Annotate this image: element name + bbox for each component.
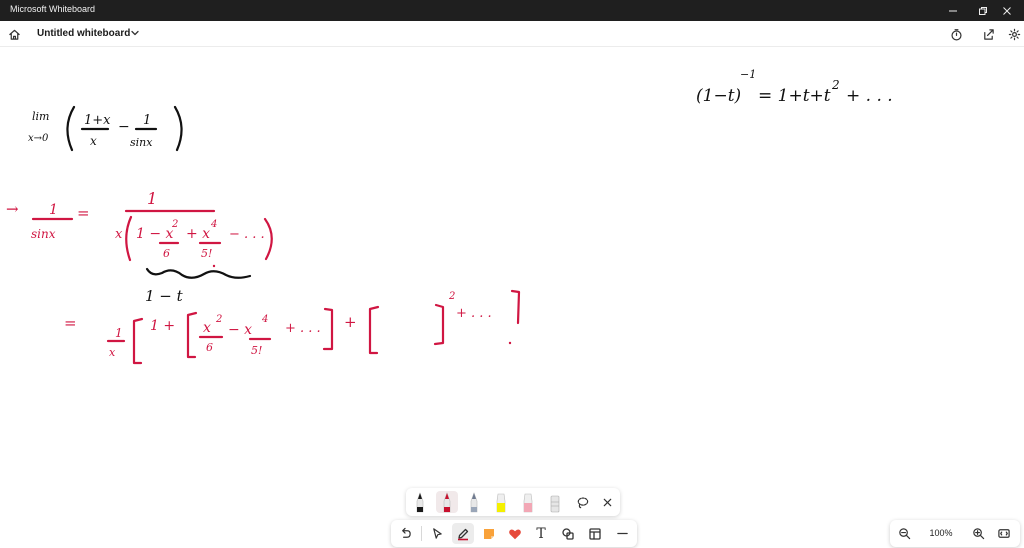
red-bracket-1-open xyxy=(132,317,144,365)
red-big-num: 1 xyxy=(147,189,157,208)
main-toolbar: T xyxy=(391,520,637,547)
lasso-icon[interactable] xyxy=(572,492,592,512)
minimize-icon[interactable] xyxy=(936,0,970,21)
red-x2-exp: 2 xyxy=(215,314,222,325)
red-pen[interactable] xyxy=(436,491,458,513)
close-paren xyxy=(173,105,183,152)
red-minus-x4: − x xyxy=(228,322,252,338)
black-squiggle xyxy=(145,267,252,279)
lim-sub: x→0 xyxy=(28,133,49,144)
pink-highlighter[interactable] xyxy=(517,491,539,513)
red-plus: + xyxy=(344,313,357,331)
board-title[interactable]: Untitled whiteboard xyxy=(37,28,130,39)
whiteboard-canvas[interactable]: lim x→0 1+x x − 1 sinx (1−t) −1 = 1+t+t … xyxy=(0,47,1024,548)
yellow-highlighter[interactable] xyxy=(490,491,512,513)
red-arrow: → xyxy=(6,200,19,218)
red-sq-exp: 2 xyxy=(448,291,455,302)
red-term-a-exp: 2 xyxy=(171,219,178,230)
eraser[interactable] xyxy=(544,491,566,513)
red-open1: 1 + xyxy=(150,318,175,334)
red-x2: x xyxy=(203,320,211,336)
red-x2-den: 6 xyxy=(206,341,213,354)
open-paren xyxy=(66,105,76,152)
red-frac-den: sinx xyxy=(31,227,56,241)
series-left: (1−t) xyxy=(696,86,741,106)
text-tool-label: T xyxy=(536,525,546,542)
red-term-a: 1 − x xyxy=(136,226,174,242)
title-bar: Microsoft Whiteboard xyxy=(0,0,1024,21)
zoom-controls: 100% xyxy=(890,520,1020,547)
series-expansion: (1−t) −1 = 1+t+t 2 + . . . xyxy=(696,68,893,106)
red-derivation: → 1 sinx = 1 x 1 − x 2 6 + x 4 5! − . . … xyxy=(6,189,273,262)
red-bracket-3-close xyxy=(433,303,445,346)
series-exp: −1 xyxy=(740,68,756,81)
red-one-over-x-den: x xyxy=(109,346,116,359)
pen-icon[interactable] xyxy=(452,523,474,544)
red-bracket-3-open xyxy=(368,305,380,355)
lim-den-right: sinx xyxy=(130,136,153,149)
zoom-in-icon[interactable] xyxy=(968,524,988,543)
reaction-heart-icon[interactable] xyxy=(504,523,526,544)
series-tail: + . . . xyxy=(846,86,893,106)
red-big-open-paren xyxy=(125,215,133,262)
red-x-prefix: x xyxy=(115,227,123,242)
shapes-icon[interactable] xyxy=(557,523,579,544)
red-eq1: = xyxy=(77,204,90,222)
app-header: Untitled whiteboard xyxy=(0,21,1024,47)
home-icon[interactable] xyxy=(5,25,23,43)
red-bracket-2-open xyxy=(186,311,198,359)
red-term-tail: − . . . xyxy=(229,227,265,242)
app-title: Microsoft Whiteboard xyxy=(10,4,96,14)
red-plus-dots2: + . . . xyxy=(456,306,492,321)
timer-icon[interactable] xyxy=(947,25,965,43)
close-icon[interactable] xyxy=(597,492,617,512)
ink-layer: lim x→0 1+x x − 1 sinx (1−t) −1 = 1+t+t … xyxy=(6,68,893,365)
red-x4-exp: 4 xyxy=(261,314,268,325)
red-bracket-2-close xyxy=(322,307,334,351)
undo-icon[interactable] xyxy=(394,523,416,544)
red-dot xyxy=(508,341,512,345)
settings-icon[interactable] xyxy=(1005,25,1023,43)
red-frac-num: 1 xyxy=(49,202,58,218)
lim-minus: − xyxy=(118,119,130,135)
lim-den-left: x xyxy=(90,134,97,148)
red-term-a-den: 6 xyxy=(163,247,170,260)
share-icon[interactable] xyxy=(979,25,997,43)
template-icon[interactable] xyxy=(584,523,606,544)
red-x4-den: 5! xyxy=(251,344,262,357)
limit-expression: lim x→0 1+x x − 1 sinx xyxy=(28,105,183,152)
fit-to-screen-icon[interactable] xyxy=(994,524,1014,543)
red-eq2: = xyxy=(64,314,77,332)
text-icon[interactable]: T xyxy=(530,523,552,544)
series-eq: = 1+t+t xyxy=(758,86,831,106)
chevron-down-icon[interactable] xyxy=(130,28,140,38)
more-icon[interactable] xyxy=(611,523,633,544)
red-dot-2 xyxy=(212,264,216,268)
red-bracket-1-close xyxy=(510,289,521,325)
red-plus-dots: + . . . xyxy=(285,321,321,336)
red-term-b: + x xyxy=(186,226,210,242)
black-under-label: 1 − t xyxy=(145,287,184,305)
sticky-note-icon[interactable] xyxy=(478,523,500,544)
zoom-level[interactable]: 100% xyxy=(926,528,956,538)
lim-num-left: 1+x xyxy=(84,113,111,128)
lim-num-right: 1 xyxy=(143,113,151,128)
red-second-line: = 1 x 1 + x 2 6 − x 4 5! + . . . + 2 + .… xyxy=(64,264,521,365)
close-icon[interactable] xyxy=(990,0,1024,21)
pen-tray xyxy=(406,488,620,516)
select-icon[interactable] xyxy=(426,523,448,544)
red-term-b-exp: 4 xyxy=(210,219,217,230)
zoom-out-icon[interactable] xyxy=(894,524,914,543)
red-term-b-den: 5! xyxy=(201,247,212,260)
toolbar-divider xyxy=(421,526,422,541)
black-pen[interactable] xyxy=(409,491,431,513)
lim-word: lim xyxy=(32,110,49,123)
blue-pen[interactable] xyxy=(463,491,485,513)
red-one-over-x-num: 1 xyxy=(115,326,123,340)
series-sq: 2 xyxy=(831,78,840,92)
red-big-close-paren xyxy=(263,217,273,261)
